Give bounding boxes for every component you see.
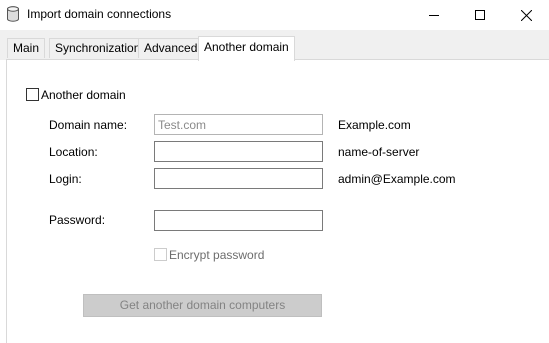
tab-advanced[interactable]: Advanced [138,38,204,58]
minimize-button[interactable] [411,0,457,30]
domain-name-field[interactable] [154,114,323,135]
close-button[interactable] [503,0,549,30]
tab-another-domain[interactable]: Another domain [198,36,295,61]
minimize-icon [429,10,439,20]
title-bar: Import domain connections [0,0,549,30]
get-another-domain-computers-button[interactable]: Get another domain computers [83,294,322,317]
encrypt-password-label[interactable]: Encrypt password [169,248,264,262]
login-label: Login: [49,172,82,186]
domain-name-label: Domain name: [49,118,128,132]
another-domain-checkbox[interactable] [26,88,39,101]
login-field[interactable] [154,168,323,189]
password-field[interactable] [154,210,323,231]
another-domain-label[interactable]: Another domain [41,88,126,102]
tab-main[interactable]: Main [7,38,46,58]
maximize-button[interactable] [457,0,503,30]
encrypt-password-checkbox[interactable] [154,248,167,261]
maximize-icon [475,10,485,20]
domain-name-hint: Example.com [338,118,411,132]
password-label: Password: [49,213,106,227]
login-hint: admin@Example.com [338,172,456,186]
location-hint: name-of-server [338,145,420,159]
database-icon [6,6,20,22]
window-title: Import domain connections [27,7,172,21]
location-field[interactable] [154,141,323,162]
location-label: Location: [49,145,98,159]
tab-synchronization[interactable]: Synchronization [49,38,147,58]
close-icon [520,9,532,21]
